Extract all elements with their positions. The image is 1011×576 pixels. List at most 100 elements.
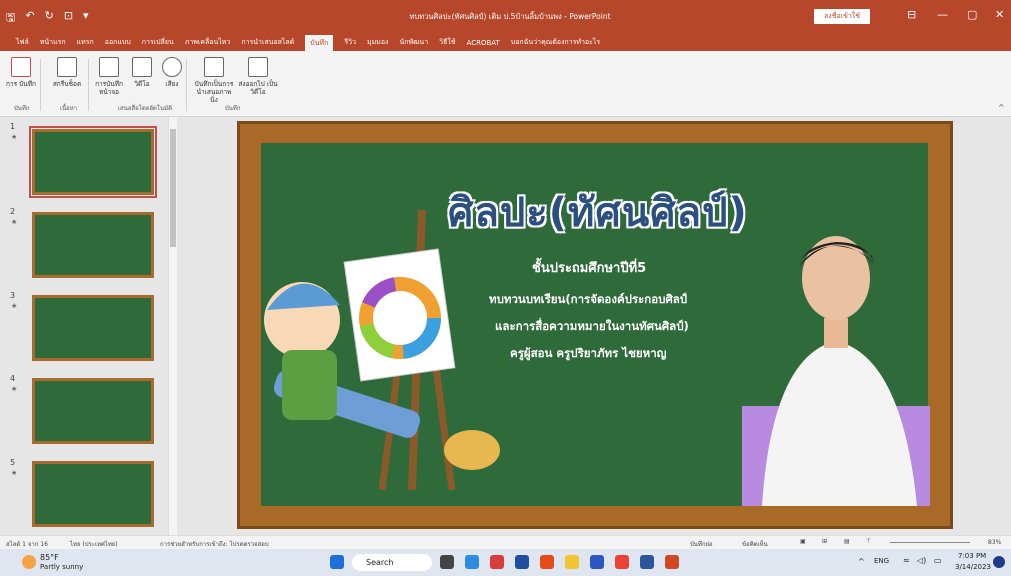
thumbnail-number: 2 <box>10 207 16 216</box>
ribbon-separator <box>88 59 89 111</box>
normal-view-icon[interactable]: ▣ <box>800 538 806 545</box>
battery-icon[interactable]: ▭ <box>934 556 942 565</box>
word-icon[interactable] <box>640 555 654 569</box>
ribbon-tab[interactable]: ACROBAT <box>467 39 500 47</box>
start-icon[interactable] <box>330 555 344 569</box>
ribbon-tab[interactable]: วิธีใช้ <box>439 37 455 48</box>
clock-time[interactable]: 7:03 PM <box>958 552 986 560</box>
thumbnail-slide-2[interactable] <box>32 212 154 278</box>
ribbon-tabs: ไฟล์ หน้าแรก แทรก ออกแบบ การเปลี่ยน ภาพเคลื่อ… <box>0 34 1011 52</box>
redo-icon[interactable]: ↻ <box>45 9 54 28</box>
task-view-icon[interactable] <box>440 555 454 569</box>
thumbnail-scrollbar[interactable] <box>168 117 177 535</box>
ribbon-tab[interactable]: การเปลี่ยน <box>142 37 174 48</box>
save-as-show-button[interactable]: บันทึกเป็นการ นำเสนอภาพนิ่ง <box>194 57 234 104</box>
input-language[interactable]: ENG <box>874 557 889 565</box>
search-label: Search <box>366 558 394 567</box>
thumbnail-number: 5 <box>10 458 16 467</box>
ribbon-tab[interactable]: หน้าแรก <box>40 37 66 48</box>
file-explorer-icon[interactable] <box>565 555 579 569</box>
present-icon[interactable]: ⊡ <box>64 9 73 28</box>
star-icon: ★ <box>11 302 18 310</box>
volume-icon[interactable]: ◁) <box>917 556 926 565</box>
easel-illustration <box>264 209 500 491</box>
notes-button[interactable]: บันทึกย่อ <box>690 539 713 549</box>
ribbon-tab[interactable]: บอกฉันว่าคุณต้องการทำอะไร <box>511 37 600 48</box>
star-icon: ★ <box>11 469 18 477</box>
ribbon-tab[interactable]: ออกแบบ <box>105 37 131 48</box>
screen-recording-button[interactable]: การบันทึก หน้าจอ <box>92 57 126 96</box>
minimize-icon[interactable]: — <box>937 8 948 21</box>
record-button[interactable]: การ บันทึก <box>4 57 38 88</box>
thumbnail-slide-1[interactable] <box>29 126 157 198</box>
thumbnail-slide-3[interactable] <box>32 295 154 361</box>
weather-temp[interactable]: 85°F <box>40 553 59 562</box>
star-icon: ★ <box>11 133 18 141</box>
thumbnail-slide-4[interactable] <box>32 378 154 444</box>
title-bar: 🖫 ↶ ↻ ⊡ ▾ ทบทวนศิลปะ(ทัศนศิลป์) เติม ป.5… <box>0 0 1011 34</box>
weather-desc[interactable]: Partly sunny <box>40 563 83 571</box>
accessibility-checker[interactable]: การช่วยสำหรับการเข้าถึง: โปรดตรวจสอบ <box>160 539 269 549</box>
customize-icon[interactable]: ▾ <box>83 9 89 28</box>
audio-button[interactable]: เสียง <box>155 57 189 88</box>
thumbnail-number: 1 <box>10 122 16 131</box>
notification-icon[interactable] <box>993 556 1005 568</box>
ribbon-tab[interactable]: การนำเสนอสไลด์ <box>241 37 294 48</box>
slide-title[interactable]: ศิลปะ(ทัศนศิลป์) <box>448 180 748 244</box>
ribbon-tab[interactable]: บันทึก <box>305 34 334 52</box>
close-icon[interactable]: ✕ <box>995 8 1004 21</box>
ribbon-display-icon[interactable]: ⊟ <box>907 8 916 21</box>
ribbon-separator <box>40 59 41 111</box>
slide-thumbnail-panel: 1 ★ 2 ★ 3 ★ 4 ★ 5 ★ <box>0 117 180 535</box>
group-label: บันทึก <box>14 105 30 112</box>
video-button[interactable]: วิดีโอ <box>125 57 159 88</box>
window-title: ทบทวนศิลปะ(ทัศนศิลป์) เติม ป.5บ้านลิ้มบ้… <box>409 12 611 21</box>
ribbon-tab[interactable]: แทรก <box>77 37 94 48</box>
reading-view-icon[interactable]: ▤ <box>844 538 850 545</box>
slide-text-line[interactable]: และการสื่อความหมายในงานทัศนศิลป์) <box>495 318 689 336</box>
slide-sorter-icon[interactable]: ⊞ <box>822 538 827 545</box>
status-bar: สไลด์ 1 จาก 16 ไทย (ประเทศไทย) การช่วยสำ… <box>0 535 1011 549</box>
weather-icon[interactable] <box>22 555 36 569</box>
mail-icon[interactable] <box>515 555 529 569</box>
slideshow-icon[interactable]: ⊤ <box>866 538 871 545</box>
zoom-level[interactable]: 83% <box>988 539 1001 546</box>
collapse-ribbon-icon[interactable]: ^ <box>998 103 1005 112</box>
restore-icon[interactable]: ▢ <box>967 8 977 21</box>
undo-icon[interactable]: ↶ <box>25 9 34 28</box>
ribbon-tab[interactable]: ไฟล์ <box>16 37 29 48</box>
ribbon-tab[interactable]: รีวิว <box>344 37 356 48</box>
language-indicator[interactable]: ไทย (ประเทศไทย) <box>70 539 118 549</box>
quick-access-toolbar: 🖫 ↶ ↻ ⊡ ▾ <box>6 9 89 28</box>
star-icon: ★ <box>11 218 18 226</box>
ribbon-tab[interactable]: นักพัฒนา <box>399 37 428 48</box>
clock-date[interactable]: 3/14/2023 <box>955 563 991 571</box>
teacher-photo[interactable] <box>742 236 930 506</box>
chrome-icon[interactable] <box>540 555 554 569</box>
star-icon: ★ <box>11 385 18 393</box>
export-video-button[interactable]: ส่งออกไป เป็นวิดีโอ <box>238 57 278 96</box>
slide-text-line[interactable]: ทบทวนบทเรียน(การจัดองค์ประกอบศิลป์ <box>489 291 687 309</box>
search-box[interactable]: Search <box>352 554 432 571</box>
scrollbar-thumb[interactable] <box>170 129 176 247</box>
slide-subtitle-grade[interactable]: ชั้นประถมศึกษาปีที่5 <box>532 257 646 278</box>
wifi-icon[interactable]: ≈ <box>903 556 910 565</box>
screenshot-button[interactable]: สกรีนช็อต <box>50 57 84 88</box>
zoom-slider[interactable] <box>890 542 970 543</box>
browser-icon[interactable] <box>615 555 629 569</box>
thumbnail-number: 3 <box>10 291 16 300</box>
dropbox-icon[interactable] <box>590 555 604 569</box>
tray-chevron-icon[interactable]: ^ <box>858 557 865 566</box>
comments-button[interactable]: ข้อคิดเห็น <box>742 539 768 549</box>
sign-in-button[interactable]: ลงชื่อเข้าใช้ <box>814 9 870 24</box>
ribbon-tab[interactable]: มุมมอง <box>367 37 388 48</box>
acrobat-icon[interactable] <box>490 555 504 569</box>
slide-teacher-name[interactable]: ครูผู้สอน ครูปริยาภัทร ไชยหาญ <box>510 345 666 363</box>
save-icon[interactable]: 🖫 <box>6 9 15 28</box>
edge-icon[interactable] <box>465 555 479 569</box>
windows-taskbar: 85°F Partly sunny Search ^ ENG ≈ ◁) ▭ 7:… <box>0 549 1011 576</box>
powerpoint-icon[interactable] <box>665 555 679 569</box>
ribbon-tab[interactable]: ภาพเคลื่อนไหว <box>185 37 231 48</box>
thumbnail-number: 4 <box>10 374 16 383</box>
thumbnail-slide-5[interactable] <box>32 461 154 527</box>
